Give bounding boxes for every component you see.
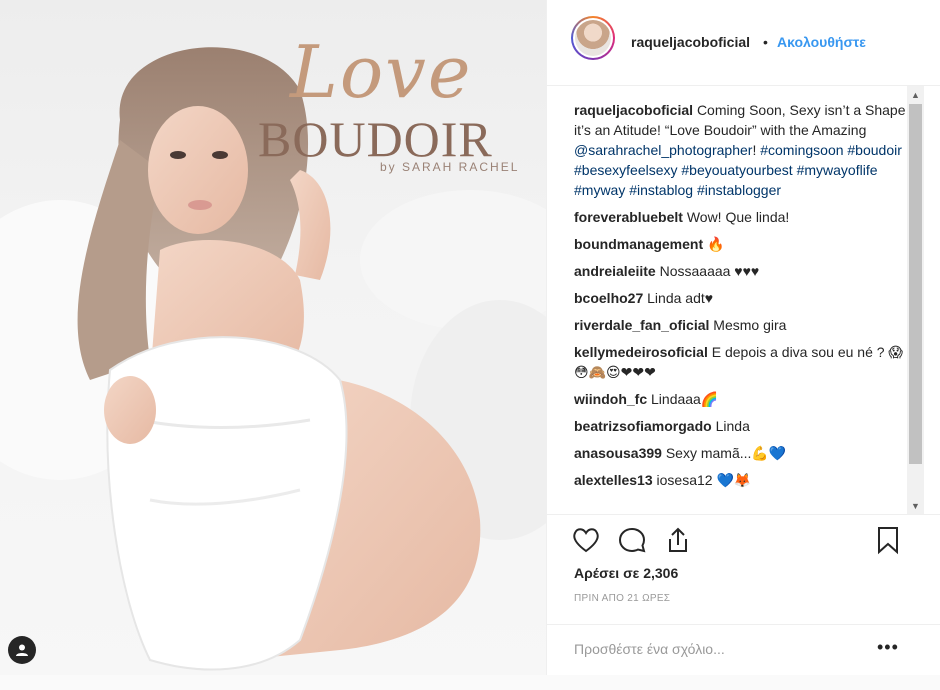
post-header: raqueljacoboficial • Ακολουθήστε <box>547 0 940 86</box>
comment-username[interactable]: beatrizsofiamorgado <box>574 418 712 434</box>
person-icon <box>16 644 28 656</box>
scroll-up-arrow-icon[interactable]: ▲ <box>907 86 924 103</box>
comment-item: wiindoh_fc Lindaaa🌈 <box>574 389 912 409</box>
comment-text: 🔥 <box>707 236 725 252</box>
comment-username[interactable]: andreialeiite <box>574 263 656 279</box>
scrollbar-thumb[interactable] <box>909 104 922 464</box>
comment-input[interactable] <box>574 637 874 661</box>
tagged-users-icon[interactable] <box>8 636 36 664</box>
comment-item: riverdale_fan_oficial Mesmo gira <box>574 315 912 335</box>
comment-icon[interactable] <box>617 525 647 555</box>
follow-button[interactable]: Ακολουθήστε <box>777 34 866 50</box>
post-timestamp[interactable]: ΠΡΙΝ ΑΠΟ 21 ΩΡΕΣ <box>574 593 670 604</box>
comment-username[interactable]: alextelles13 <box>574 472 653 488</box>
header-username[interactable]: raqueljacoboficial <box>631 34 750 50</box>
comment-text: Nossaaaaa ♥♥♥ <box>659 263 760 279</box>
comment-list: raqueljacoboficial Coming Soon, Sexy isn… <box>574 100 912 497</box>
caption-text-end: ! <box>752 142 757 158</box>
comment-item: foreverabluebelt Wow! Que linda! <box>574 207 912 227</box>
comment-text: Linda <box>715 418 750 434</box>
likes-count[interactable]: Αρέσει σε 2,306 <box>574 565 678 581</box>
caption-username[interactable]: raqueljacoboficial <box>574 102 693 118</box>
comment-item: boundmanagement 🔥 <box>574 234 912 254</box>
post-details-panel: raqueljacoboficial • Ακολουθήστε raquelj… <box>546 0 940 675</box>
post-photo[interactable]: Love BOUDOIR by SARAH RACHEL <box>0 0 546 675</box>
comment-item: andreialeiite Nossaaaaa ♥♥♥ <box>574 261 912 281</box>
comment-item: bcoelho27 Linda adt♥ <box>574 288 912 308</box>
page-bottom-strip <box>0 675 940 690</box>
scroll-down-arrow-icon[interactable]: ▼ <box>907 497 924 514</box>
comment-username[interactable]: anasousa399 <box>574 445 662 461</box>
comment-text: Wow! Que linda! <box>686 209 790 225</box>
bookmark-icon[interactable] <box>873 525 903 555</box>
comment-item: beatrizsofiamorgado Linda <box>574 416 912 436</box>
more-options-icon[interactable]: ••• <box>877 637 899 658</box>
comment-text: Linda adt♥ <box>647 290 714 306</box>
comment-username[interactable]: foreverabluebelt <box>574 209 683 225</box>
comments-scrollbar[interactable]: ▲ ▼ <box>907 86 924 514</box>
share-icon[interactable] <box>663 525 693 555</box>
header-separator: • <box>763 34 768 50</box>
comment-text: Lindaaa🌈 <box>651 391 719 407</box>
photo-title-love: Love <box>290 30 473 114</box>
comment-username[interactable]: boundmanagement <box>574 236 703 252</box>
caption-mention[interactable]: @sarahrachel_photographer <box>574 142 752 158</box>
comment-item: kellymedeirosoficial E depois a diva sou… <box>574 342 912 382</box>
photo-byline: by SARAH RACHEL <box>380 160 520 174</box>
comment-username[interactable]: wiindoh_fc <box>574 391 647 407</box>
comment-text: iosesa12 💙🦊 <box>656 472 752 488</box>
comment-username[interactable]: bcoelho27 <box>574 290 643 306</box>
comment-username[interactable]: riverdale_fan_oficial <box>574 317 709 333</box>
add-comment-bar: ••• <box>547 624 940 675</box>
instagram-post-view: Love BOUDOIR by SARAH RACHEL raqueljacob… <box>0 0 940 690</box>
comments-area[interactable]: raqueljacoboficial Coming Soon, Sexy isn… <box>547 86 940 514</box>
comment-item: anasousa399 Sexy mamã...💪💙 <box>574 443 912 463</box>
comment-item: alextelles13 iosesa12 💙🦊 <box>574 470 912 490</box>
avatar[interactable] <box>571 16 615 60</box>
comment-text: Mesmo gira <box>713 317 787 333</box>
caption: raqueljacoboficial Coming Soon, Sexy isn… <box>574 100 912 200</box>
heart-icon[interactable] <box>571 525 601 555</box>
comment-username[interactable]: kellymedeirosoficial <box>574 344 708 360</box>
post-actions: Αρέσει σε 2,306 ΠΡΙΝ ΑΠΟ 21 ΩΡΕΣ <box>547 514 940 624</box>
comment-text: Sexy mamã...💪💙 <box>665 445 787 461</box>
